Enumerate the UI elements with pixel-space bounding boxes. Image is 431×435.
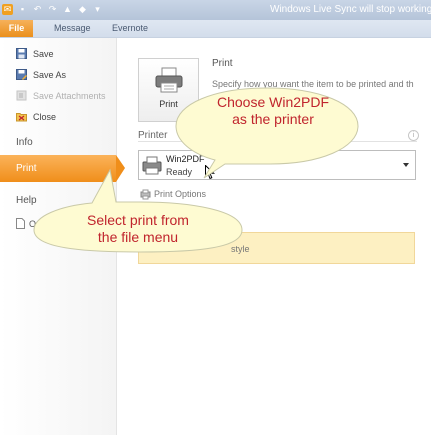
print-style-label: style — [231, 244, 250, 254]
select-print-line2: the file menu — [97, 229, 179, 245]
nav-print[interactable]: Print — [0, 155, 116, 182]
nav-print-pointer — [116, 155, 125, 182]
undo-icon[interactable]: ↶ — [32, 4, 43, 15]
paperclip-icon — [16, 90, 27, 101]
nav-print-label: Print — [16, 163, 37, 174]
app-icon[interactable]: ✉ — [2, 4, 13, 15]
close-folder-icon — [16, 113, 27, 122]
printer-divider — [138, 141, 417, 142]
window-title: Windows Live Sync will stop working so — [270, 4, 431, 15]
print-options-label: Print Options — [154, 189, 207, 199]
printer-heading: Printer — [138, 130, 168, 141]
nav-save-label: Save — [33, 48, 54, 59]
nav-close-label: Close — [33, 111, 57, 122]
choose-printer-text: Choose Win2PDF as the printer — [213, 94, 333, 128]
nav-save-attachments-label: Save Attachments — [33, 90, 106, 101]
info-icon[interactable]: i — [408, 130, 419, 141]
print-button[interactable]: Print — [138, 58, 199, 122]
printer-icon — [155, 67, 183, 93]
nav-save-button[interactable]: Save — [16, 48, 54, 59]
nav-save-as-label: Save As — [33, 69, 67, 80]
chevron-down-icon[interactable] — [403, 163, 409, 167]
nav-save-attachments-button[interactable]: Save Attachments — [16, 90, 106, 101]
print-options-icon — [140, 189, 151, 199]
select-print-text: Select print from the file menu — [68, 212, 208, 246]
tab-evernote[interactable]: Evernote — [112, 23, 148, 33]
document-icon — [16, 218, 25, 229]
print-button-label: Print — [159, 99, 178, 109]
choose-printer-line2: as the printer — [232, 111, 314, 127]
nav-close-button[interactable]: Close — [16, 111, 56, 122]
printer-status: Ready — [166, 167, 193, 177]
print-description: Specify how you want the item to be prin… — [212, 79, 414, 89]
save-icon — [16, 48, 27, 59]
redo-icon[interactable]: ↷ — [47, 4, 58, 15]
title-bar: ✉ ▪ ↶ ↷ ▲ ◆ ▾ Windows Live Sync will sto… — [0, 0, 431, 20]
mouse-cursor-icon — [205, 165, 215, 180]
nav-help-item[interactable]: O — [16, 218, 36, 229]
tab-message[interactable]: Message — [54, 23, 91, 33]
printer-name: Win2PDF — [166, 154, 205, 164]
nav-save-as-button[interactable]: Save As — [16, 69, 66, 80]
select-print-line1: Select print from — [87, 212, 189, 228]
up-arrow-icon[interactable]: ▲ — [62, 4, 73, 15]
printer-device-icon — [142, 156, 162, 175]
nav-help-item-label: O — [29, 218, 37, 229]
nav-info[interactable]: Info — [16, 137, 33, 148]
save-quick-icon[interactable]: ▪ — [17, 4, 28, 15]
ribbon-tabs: File Message Evernote — [0, 20, 431, 38]
printer-dropdown[interactable]: Win2PDF Ready — [138, 150, 416, 180]
nav-help[interactable]: Help — [16, 195, 37, 206]
choose-printer-line1: Choose Win2PDF — [216, 94, 330, 110]
down-arrow-icon[interactable]: ◆ — [77, 4, 88, 15]
quick-access-toolbar: ✉ ▪ ↶ ↷ ▲ ◆ ▾ — [2, 4, 103, 15]
tab-file[interactable]: File — [0, 20, 33, 37]
print-heading: Print — [212, 58, 233, 69]
customize-dropdown-icon[interactable]: ▾ — [92, 4, 103, 15]
save-as-icon — [16, 69, 27, 80]
print-options-button[interactable]: Print Options — [140, 187, 211, 201]
